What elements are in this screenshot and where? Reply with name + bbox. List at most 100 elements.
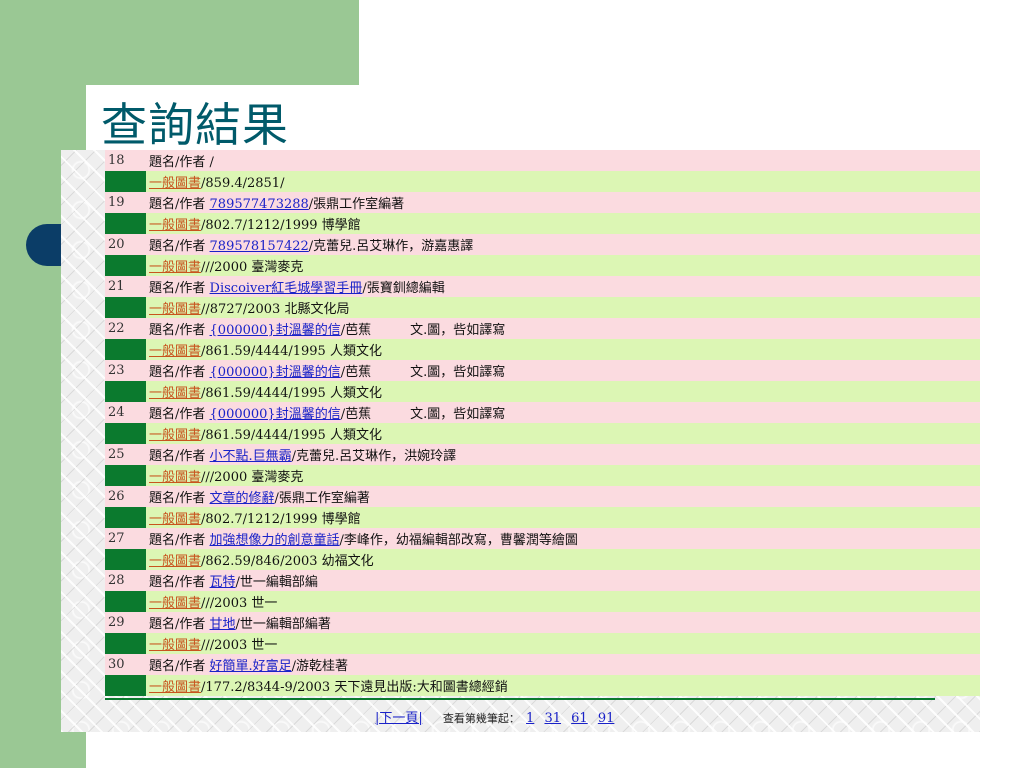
result-row-holding: 一般圖書/861.59/4444/1995 人類文化 [105,381,980,402]
result-row-title: 19 題名/作者 789577473288/張鼎工作室編著 [105,192,980,213]
page-link-91[interactable]: 91 [598,711,615,726]
material-type-link[interactable]: 一般圖書 [149,386,201,401]
result-title-link[interactable]: {000000}封溫馨的信 [210,407,341,422]
call-number-publisher: ///2000 臺灣麥克 [201,470,304,485]
result-holding-cell: 一般圖書//8727/2003 北縣文化局 [146,297,980,318]
result-row-title: 29 題名/作者 甘地/世一編輯部編著 [105,612,980,633]
result-number: 20 [105,234,146,255]
material-type-link[interactable]: 一般圖書 [149,344,201,359]
material-type-link[interactable]: 一般圖書 [149,638,201,653]
result-row-holding: 一般圖書/802.7/1212/1999 博學館 [105,507,980,528]
title-author-label: 題名/作者 [149,323,206,338]
result-row-title: 18 題名/作者 / [105,150,980,171]
title-author-label: 題名/作者 [149,533,206,548]
slide-title: 查詢結果 [101,98,289,152]
result-number: 22 [105,318,146,339]
material-type-link[interactable]: 一般圖書 [149,176,201,191]
page-link-61[interactable]: 61 [571,711,588,726]
result-holding-cell: 一般圖書/862.59/846/2003 幼福文化 [146,549,980,570]
result-row-title: 28 題名/作者 瓦特/世一編輯部編 [105,570,980,591]
result-number: 29 [105,612,146,633]
result-row-title: 22 題名/作者 {000000}封溫馨的信/芭蕉 文.圖，呰如譯寫 [105,318,980,339]
material-type-link[interactable]: 一般圖書 [149,218,201,233]
result-row-title: 27 題名/作者 加強想像力的創意童話/李峰作，幼福編輯部改寫，曹馨潤等繪圖 [105,528,980,549]
result-title-link[interactable]: 789578157422 [210,239,309,254]
result-title-cell: 題名/作者 {000000}封溫馨的信/芭蕉 文.圖，呰如譯寫 [146,402,980,423]
title-author-label: 題名/作者 [149,575,206,590]
title-author-label: 題名/作者 [149,449,206,464]
title-author-label: 題名/作者 [149,491,206,506]
title-author-label: 題名/作者 [149,155,206,170]
result-holding-cell: 一般圖書/859.4/2851/ [146,171,980,192]
material-type-link[interactable]: 一般圖書 [149,260,201,275]
result-title-cell: 題名/作者 Discoiver紅毛城學習手冊/張寶釧總編輯 [146,276,980,297]
result-number: 18 [105,150,146,171]
result-title-link[interactable]: 小不點.巨無霸 [210,449,292,464]
result-title-link[interactable]: 文章的修辭 [210,491,275,506]
result-row-holding: 一般圖書/861.59/4444/1995 人類文化 [105,339,980,360]
result-number-spacer [105,171,146,192]
result-row-holding: 一般圖書/177.2/8344-9/2003 天下遠見出版:大和圖書總經銷 [105,675,980,696]
result-row-holding: 一般圖書///2000 臺灣麥克 [105,255,980,276]
result-title-cell: 題名/作者 / [146,150,980,171]
result-row-title: 24 題名/作者 {000000}封溫馨的信/芭蕉 文.圖，呰如譯寫 [105,402,980,423]
result-title-link[interactable]: 瓦特 [210,575,236,590]
title-author-label: 題名/作者 [149,617,206,632]
material-type-link[interactable]: 一般圖書 [149,512,201,527]
material-type-link[interactable]: 一般圖書 [149,680,201,695]
call-number-publisher: ///2000 臺灣麥克 [201,260,304,275]
result-number-spacer [105,633,146,654]
material-type-link[interactable]: 一般圖書 [149,428,201,443]
material-type-link[interactable]: 一般圖書 [149,302,201,317]
result-title-link[interactable]: {000000}封溫馨的信 [210,365,341,380]
result-title-link[interactable]: 好簡單.好富足 [210,659,292,674]
result-title-cell: 題名/作者 小不點.巨無霸/克蕾兒.呂艾琳作，洪婉玲譯 [146,444,980,465]
search-results-panel: 18 題名/作者 / 一般圖書/859.4/2851/19 題名/作者 7895774… [61,150,980,732]
result-title-link[interactable]: Discoiver紅毛城學習手冊 [210,281,363,296]
page-link-1[interactable]: 1 [526,711,534,726]
result-row-title: 25 題名/作者 小不點.巨無霸/克蕾兒.呂艾琳作，洪婉玲譯 [105,444,980,465]
result-title-link[interactable]: 加強想像力的創意童話 [210,533,340,548]
result-number-spacer [105,465,146,486]
result-holding-cell: 一般圖書/861.59/4444/1995 人類文化 [146,381,980,402]
result-number: 30 [105,654,146,675]
result-number-spacer [105,213,146,234]
result-number-spacer [105,549,146,570]
result-title-cell: 題名/作者 {000000}封溫馨的信/芭蕉 文.圖，呰如譯寫 [146,318,980,339]
result-holding-cell: 一般圖書///2003 世一 [146,633,980,654]
result-number: 26 [105,486,146,507]
call-number-publisher: /862.59/846/2003 幼福文化 [201,554,374,569]
call-number-publisher: ///2003 世一 [201,596,278,611]
result-holding-cell: 一般圖書/861.59/4444/1995 人類文化 [146,339,980,360]
top-accent-block [0,0,359,85]
result-title-cell: 題名/作者 789577473288/張鼎工作室編著 [146,192,980,213]
result-title-cell: 題名/作者 {000000}封溫馨的信/芭蕉 文.圖，呰如譯寫 [146,360,980,381]
result-number-spacer [105,381,146,402]
title-author-label: 題名/作者 [149,407,206,422]
result-title-cell: 題名/作者 文章的修辭/張鼎工作室編著 [146,486,980,507]
result-number-spacer [105,675,146,696]
result-number: 27 [105,528,146,549]
results-table: 18 題名/作者 / 一般圖書/859.4/2851/19 題名/作者 7895774… [105,150,980,696]
result-holding-cell: 一般圖書/861.59/4444/1995 人類文化 [146,423,980,444]
call-number-publisher: //8727/2003 北縣文化局 [201,302,350,317]
result-row-holding: 一般圖書/802.7/1212/1999 博學館 [105,213,980,234]
result-number: 19 [105,192,146,213]
result-title-link[interactable]: {000000}封溫馨的信 [210,323,341,338]
material-type-link[interactable]: 一般圖書 [149,596,201,611]
result-title-link[interactable]: 甘地 [210,617,236,632]
result-author: /世一編輯部編著 [235,617,331,632]
result-row-holding: 一般圖書///2000 臺灣麥克 [105,465,980,486]
title-author-label: 題名/作者 [149,365,206,380]
material-type-link[interactable]: 一般圖書 [149,470,201,485]
next-page-link[interactable]: |下一頁| [375,711,423,726]
page-link-31[interactable]: 31 [544,711,561,726]
result-title-link[interactable]: 789577473288 [210,197,309,212]
call-number-publisher: /802.7/1212/1999 博學館 [201,512,361,527]
results-table-body: 18 題名/作者 / 一般圖書/859.4/2851/19 題名/作者 7895774… [105,150,980,696]
result-author: / [209,155,214,170]
result-row-title: 20 題名/作者 789578157422/克蕾兒.呂艾琳作，游嘉惠譯 [105,234,980,255]
result-title-cell: 題名/作者 789578157422/克蕾兒.呂艾琳作，游嘉惠譯 [146,234,980,255]
call-number-publisher: /859.4/2851/ [201,176,285,191]
material-type-link[interactable]: 一般圖書 [149,554,201,569]
